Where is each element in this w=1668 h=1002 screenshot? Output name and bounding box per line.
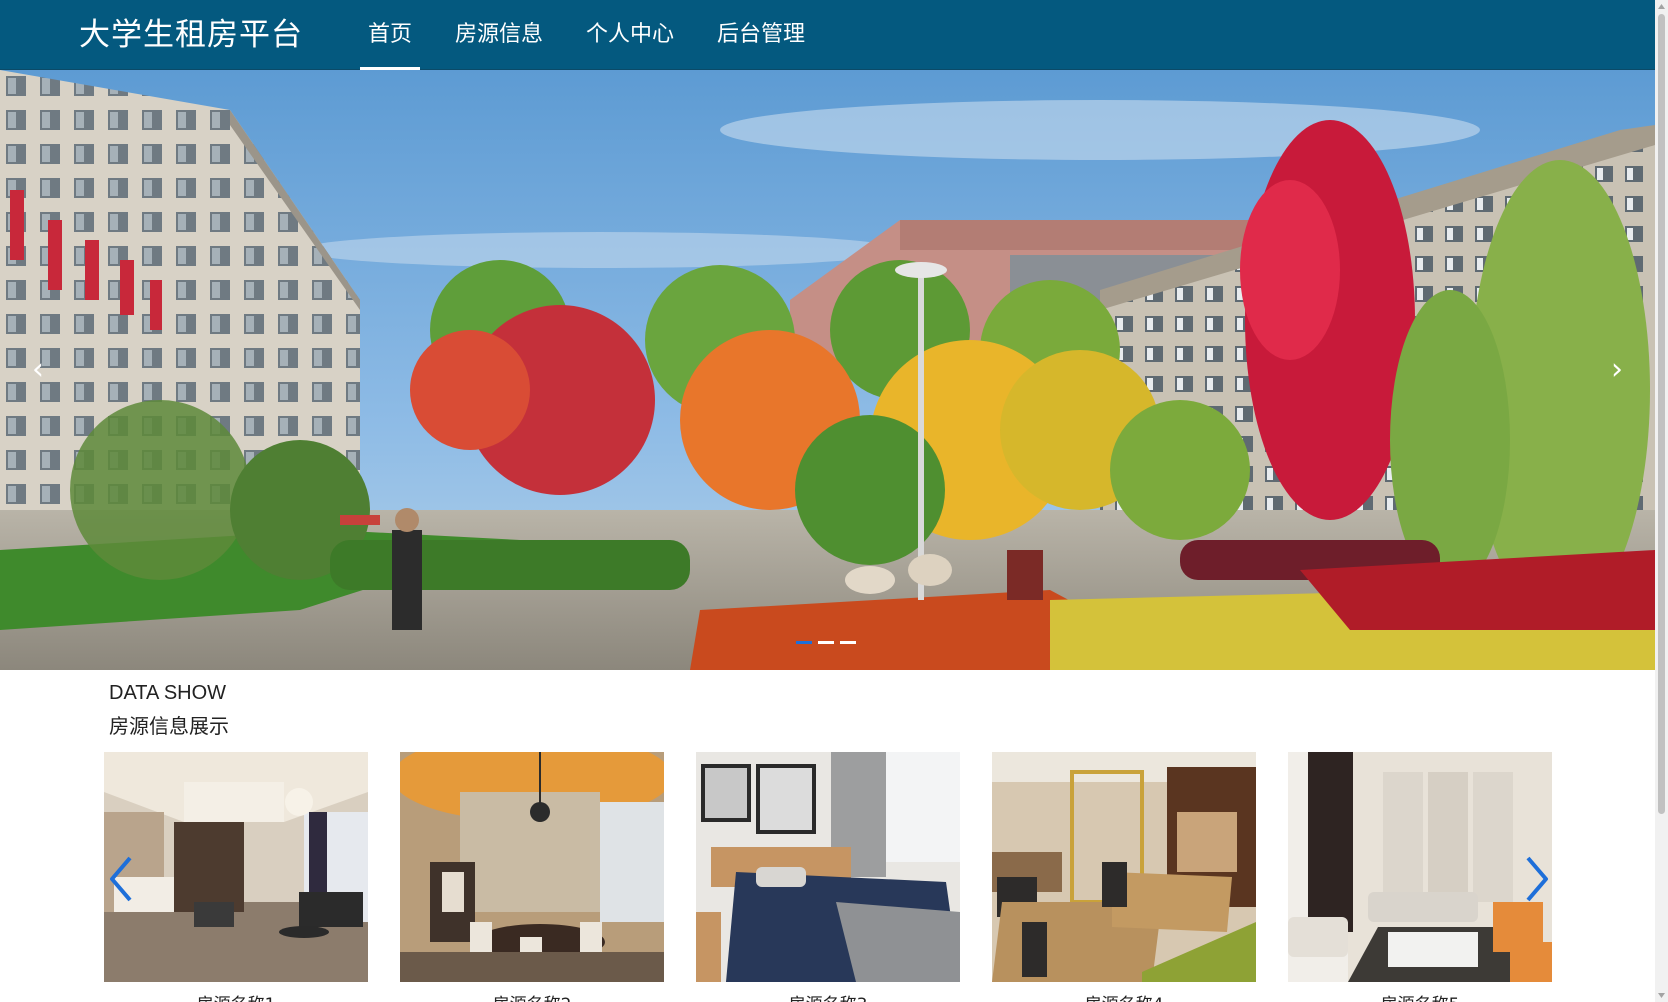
site-brand[interactable]: 大学生租房平台 <box>79 15 303 55</box>
chevron-left-icon <box>110 856 132 902</box>
section-title-en: DATA SHOW <box>109 682 227 704</box>
listing-photo[interactable] <box>992 752 1256 982</box>
listing-name[interactable]: 房源名称3 <box>696 990 960 1002</box>
listing-carousel: 房源名称1 房源名称2 <box>104 752 1552 1002</box>
campus-photo <box>0 70 1655 670</box>
main-nav: 首页 房源信息 个人中心 后台管理 <box>356 0 836 70</box>
page-scrollbar[interactable] <box>1655 0 1668 1002</box>
section-title-zh: 房源信息展示 <box>109 714 229 738</box>
hero-next-button[interactable]: › <box>1597 340 1637 400</box>
nav-item-profile[interactable]: 个人中心 <box>574 0 686 70</box>
listing-photo[interactable] <box>696 752 960 982</box>
listing-photo[interactable] <box>1288 752 1552 982</box>
hero-indicator-3[interactable] <box>840 641 856 644</box>
listing-card[interactable]: 房源名称1 <box>104 752 368 1002</box>
top-navbar: 大学生租房平台 首页 房源信息 个人中心 后台管理 <box>0 0 1655 70</box>
listing-name[interactable]: 房源名称5 <box>1288 990 1552 1002</box>
scrollbar-thumb[interactable] <box>1658 14 1665 814</box>
listing-card[interactable]: 房源名称2 <box>400 752 664 1002</box>
scroll-down-icon[interactable] <box>1657 991 1666 1000</box>
listing-card[interactable]: 房源名称3 <box>696 752 960 1002</box>
listing-name[interactable]: 房源名称1 <box>104 990 368 1002</box>
hero-indicator-2[interactable] <box>818 641 834 644</box>
listing-card[interactable]: 房源名称5 <box>1288 752 1552 1002</box>
chevron-left-icon: ‹ <box>32 352 44 387</box>
hero-indicators <box>796 641 856 644</box>
listing-card[interactable]: 房源名称4 <box>992 752 1256 1002</box>
hero-prev-button[interactable]: ‹ <box>18 340 58 400</box>
listing-photo[interactable] <box>400 752 664 982</box>
scroll-up-icon[interactable] <box>1657 2 1666 11</box>
listing-name[interactable]: 房源名称4 <box>992 990 1256 1002</box>
chevron-right-icon: › <box>1611 352 1623 387</box>
chevron-right-icon <box>1526 856 1548 902</box>
nav-item-listings[interactable]: 房源信息 <box>443 0 555 70</box>
hero-indicator-1[interactable] <box>796 641 812 644</box>
listing-next-button[interactable] <box>1522 854 1552 904</box>
listing-name[interactable]: 房源名称2 <box>400 990 664 1002</box>
nav-item-home[interactable]: 首页 <box>356 0 424 70</box>
listing-prev-button[interactable] <box>106 854 136 904</box>
nav-item-admin[interactable]: 后台管理 <box>705 0 817 70</box>
hero-carousel: ‹ › <box>0 70 1655 670</box>
listing-photo[interactable] <box>104 752 368 982</box>
